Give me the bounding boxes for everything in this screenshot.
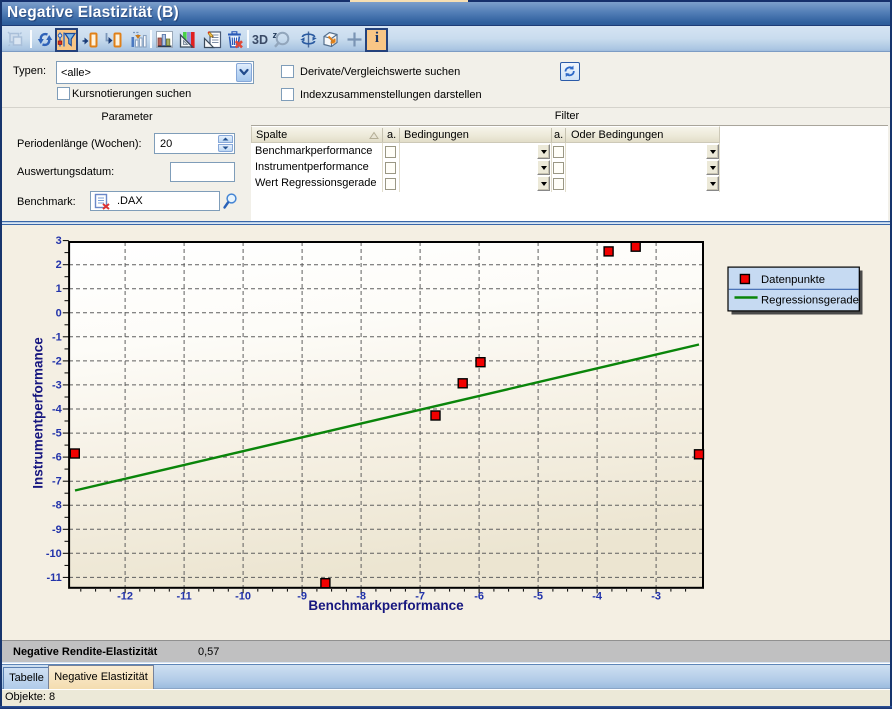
svg-text:Regressionsgerade: Regressionsgerade [761, 295, 859, 307]
svg-text:-3: -3 [52, 379, 62, 391]
svg-text:-9: -9 [297, 591, 307, 603]
svg-text:-6: -6 [52, 452, 62, 464]
svg-text:-1: -1 [52, 331, 62, 343]
svg-text:-5: -5 [533, 591, 543, 603]
svg-text:-10: -10 [46, 548, 62, 560]
svg-text:0: 0 [56, 307, 62, 319]
svg-text:-2: -2 [52, 355, 62, 367]
svg-text:Instrumentperformance: Instrumentperformance [31, 337, 46, 489]
svg-text:-11: -11 [47, 572, 62, 584]
svg-text:-10: -10 [235, 591, 251, 603]
svg-text:-11: -11 [176, 591, 191, 603]
svg-text:-9: -9 [52, 524, 62, 536]
svg-text:1: 1 [56, 283, 62, 295]
svg-text:Benchmarkperformance: Benchmarkperformance [308, 598, 464, 613]
svg-text:Datenpunkte: Datenpunkte [761, 274, 825, 286]
svg-text:-4: -4 [52, 404, 63, 416]
svg-text:3: 3 [56, 235, 62, 247]
svg-text:-5: -5 [52, 428, 62, 440]
svg-text:-6: -6 [474, 591, 484, 603]
svg-text:-3: -3 [651, 591, 661, 603]
svg-text:2: 2 [56, 259, 62, 271]
svg-text:-4: -4 [592, 591, 603, 603]
svg-text:-8: -8 [52, 500, 62, 512]
svg-text:-12: -12 [117, 591, 133, 603]
svg-text:-7: -7 [52, 476, 62, 488]
